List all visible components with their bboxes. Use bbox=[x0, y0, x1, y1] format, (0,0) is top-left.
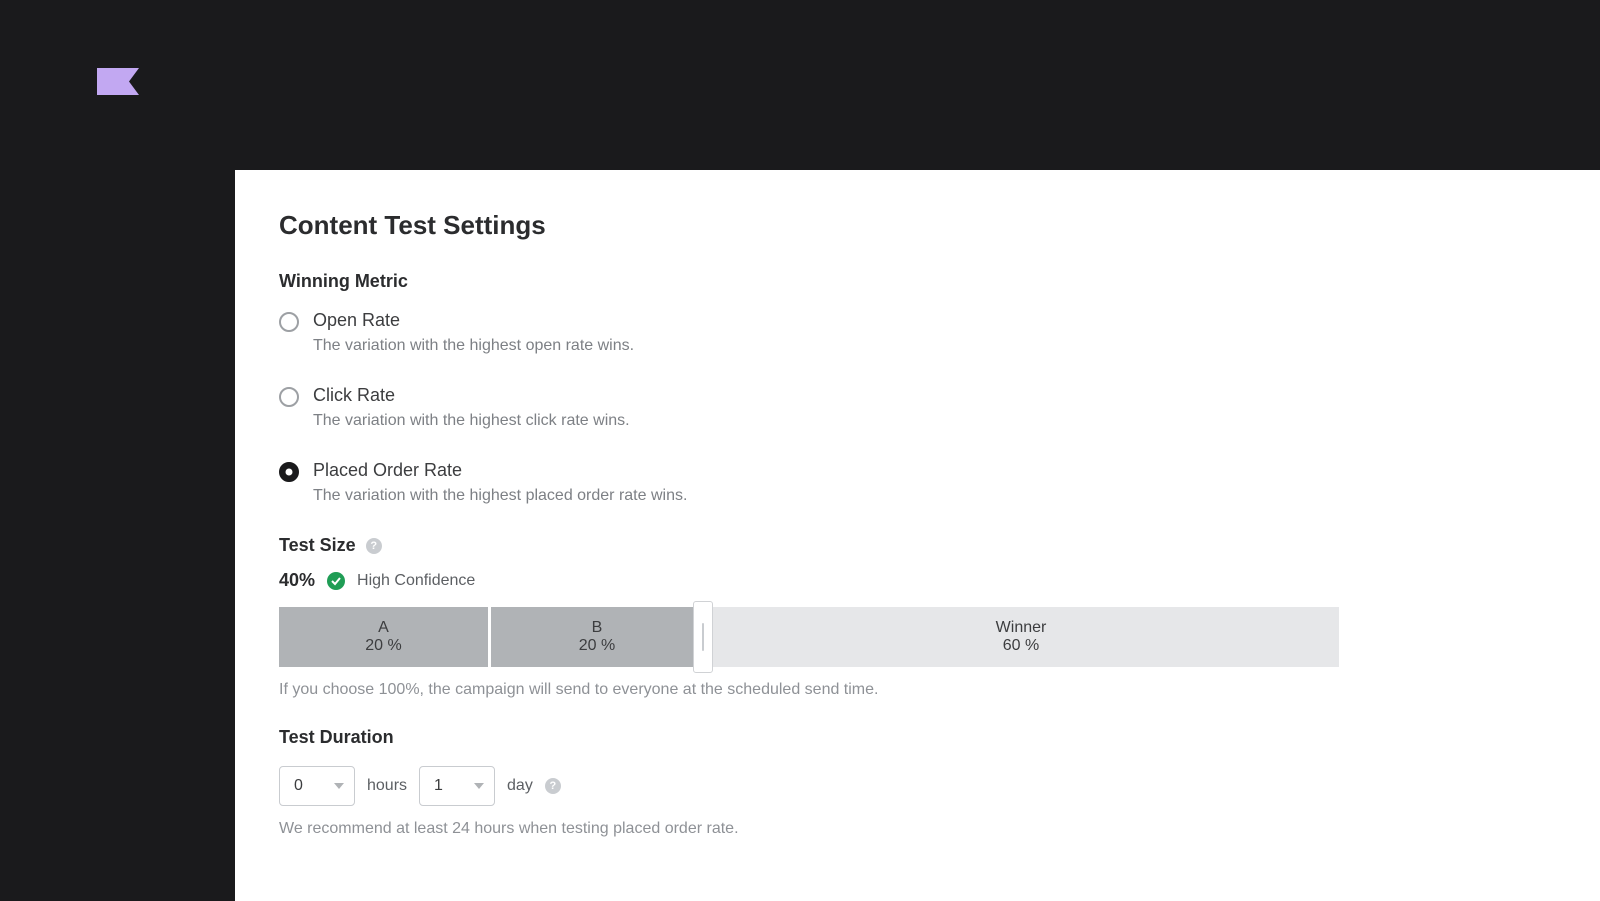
help-icon[interactable]: ? bbox=[545, 778, 561, 794]
radio-icon bbox=[279, 462, 299, 482]
panel-title: Content Test Settings bbox=[279, 210, 1556, 241]
test-size-slider[interactable]: A 20 % B 20 % Winner 60 % bbox=[279, 607, 1339, 667]
slider-segment-a: A 20 % bbox=[279, 607, 491, 667]
hours-unit: hours bbox=[367, 777, 407, 795]
test-size-label: Test Size bbox=[279, 535, 356, 556]
duration-recommendation: We recommend at least 24 hours when test… bbox=[279, 820, 1556, 838]
radio-label: Click Rate bbox=[313, 385, 630, 406]
radio-icon bbox=[279, 387, 299, 407]
brand-logo bbox=[97, 68, 139, 95]
radio-label: Placed Order Rate bbox=[313, 460, 687, 481]
radio-option-click-rate[interactable]: Click Rate The variation with the highes… bbox=[279, 385, 1556, 430]
confidence-text: High Confidence bbox=[357, 572, 475, 590]
winning-metric-label: Winning Metric bbox=[279, 271, 1556, 292]
test-duration-label: Test Duration bbox=[279, 727, 1556, 748]
radio-label: Open Rate bbox=[313, 310, 634, 331]
settings-panel: Content Test Settings Winning Metric Ope… bbox=[235, 170, 1600, 901]
radio-description: The variation with the highest click rat… bbox=[313, 412, 630, 430]
hours-select[interactable]: 0 bbox=[279, 766, 355, 806]
slider-handle[interactable] bbox=[693, 601, 713, 673]
radio-description: The variation with the highest open rate… bbox=[313, 337, 634, 355]
test-size-percent: 40% bbox=[279, 570, 315, 591]
radio-icon bbox=[279, 312, 299, 332]
winning-metric-radio-group: Open Rate The variation with the highest… bbox=[279, 310, 1556, 505]
days-select[interactable]: 1 bbox=[419, 766, 495, 806]
chevron-down-icon bbox=[334, 783, 344, 789]
slider-segment-b: B 20 % bbox=[491, 607, 703, 667]
days-value: 1 bbox=[434, 777, 443, 795]
radio-option-placed-order-rate[interactable]: Placed Order Rate The variation with the… bbox=[279, 460, 1556, 505]
days-unit: day bbox=[507, 777, 533, 795]
help-icon[interactable]: ? bbox=[366, 538, 382, 554]
check-icon bbox=[327, 572, 345, 590]
grip-icon bbox=[702, 623, 704, 651]
chevron-down-icon bbox=[474, 783, 484, 789]
slider-segment-winner: Winner 60 % bbox=[703, 607, 1339, 667]
hours-value: 0 bbox=[294, 777, 303, 795]
radio-option-open-rate[interactable]: Open Rate The variation with the highest… bbox=[279, 310, 1556, 355]
test-size-help-text: If you choose 100%, the campaign will se… bbox=[279, 681, 1556, 699]
radio-description: The variation with the highest placed or… bbox=[313, 487, 687, 505]
